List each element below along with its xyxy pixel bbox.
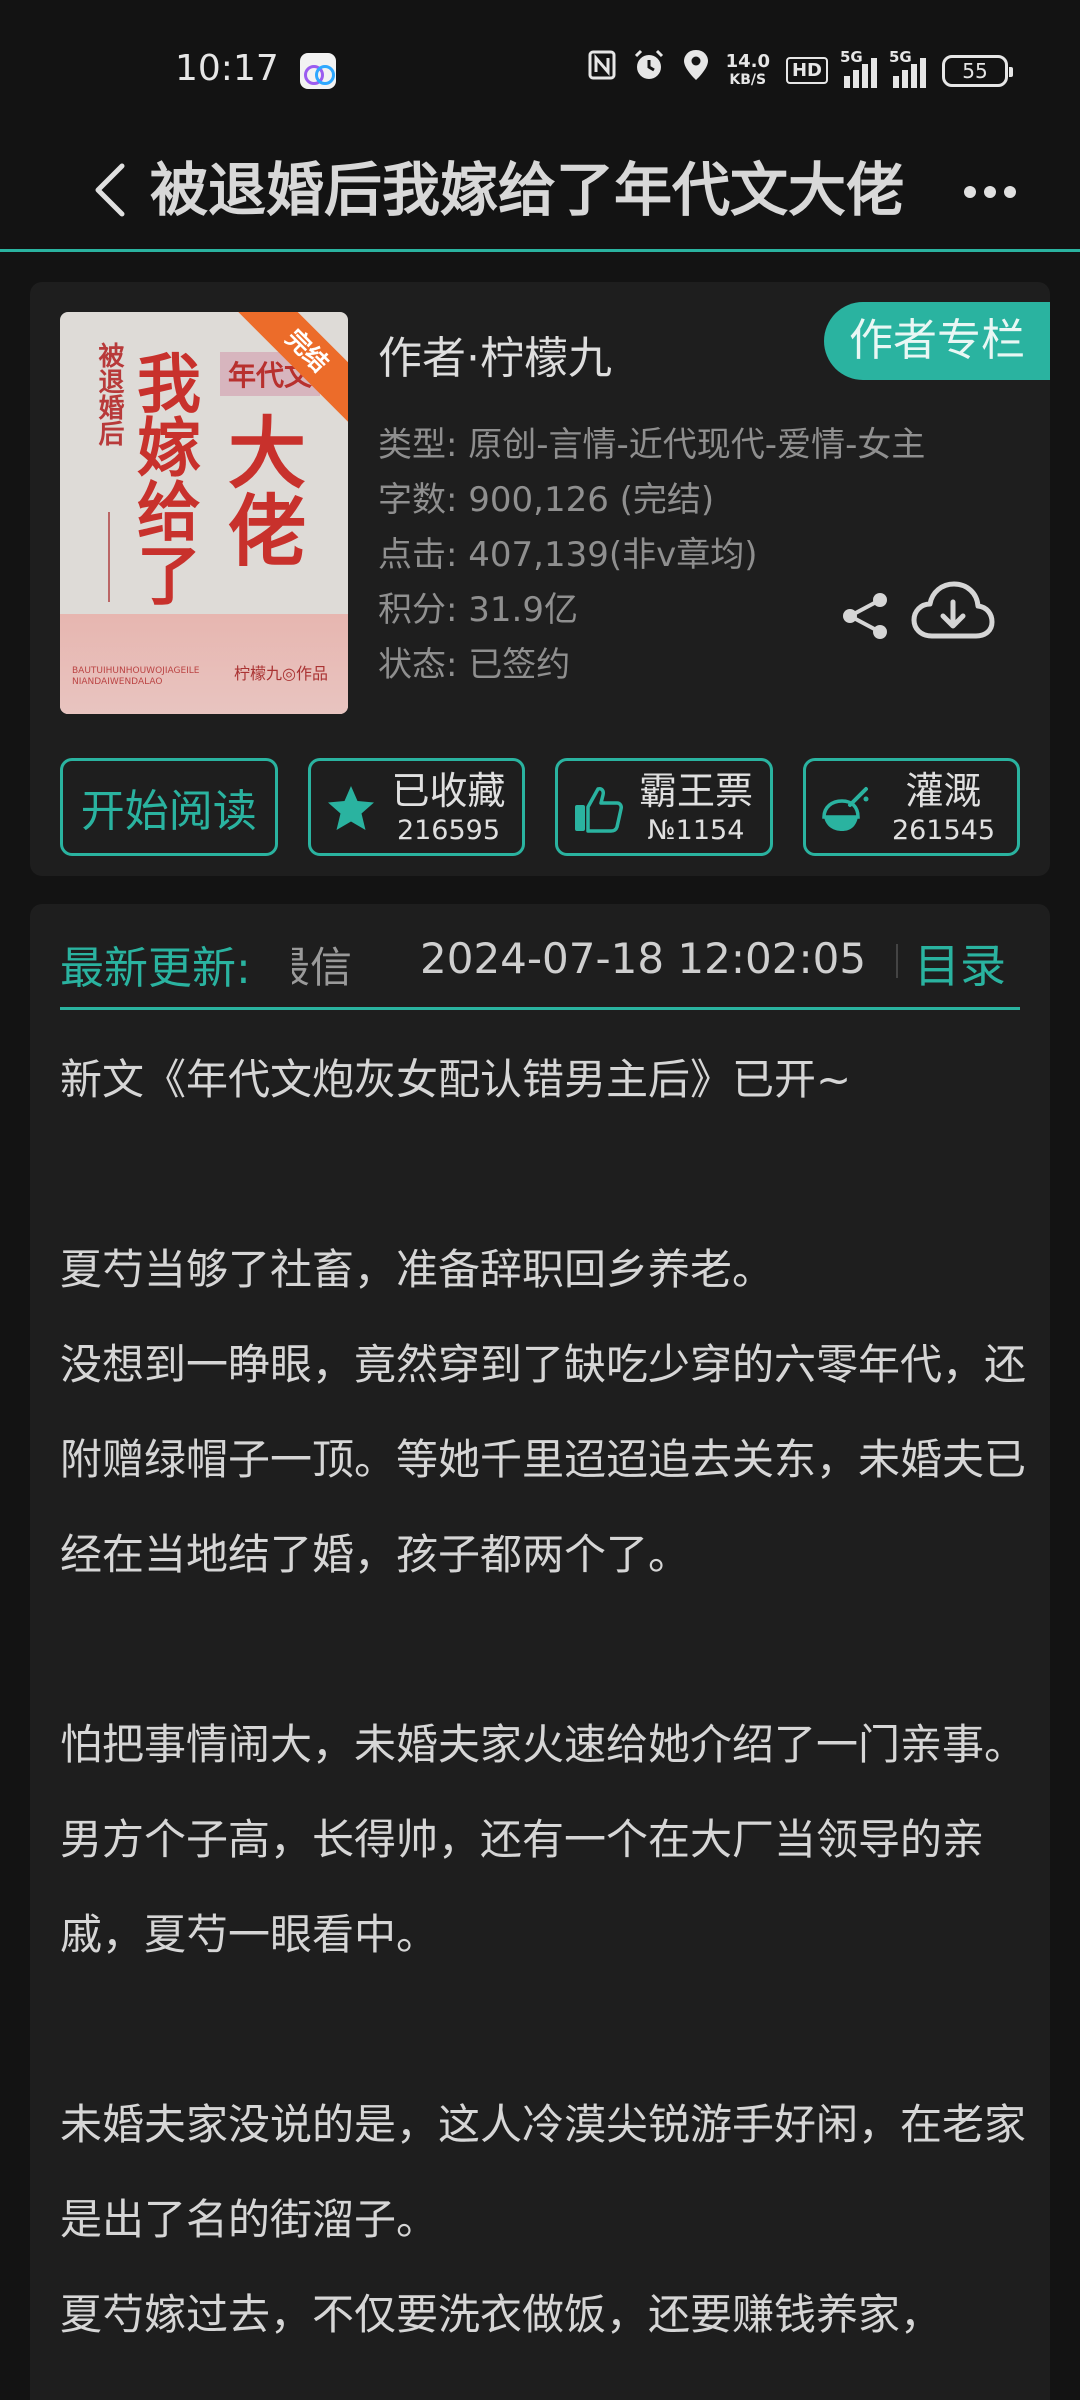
cover-main-title-2: 大佬: [215, 412, 306, 568]
description-spacer: [60, 1602, 1036, 1697]
latest-chapter-title: 最信: [292, 943, 352, 992]
overlord-ticket-label: 霸王票: [638, 769, 753, 813]
hd-voice-icon: HD: [785, 57, 828, 84]
page-title: 被退婚后我嫁给了年代文大佬: [150, 156, 905, 224]
book-description: 新文《年代文炮灰女配认错男主后》已开~ 夏芍当够了社畜，准备辞职回乡养老。 没想…: [60, 1032, 1036, 2362]
more-dot-icon: [984, 186, 996, 198]
cover-main-title: 我嫁给了: [126, 350, 201, 606]
latest-update-time: 2024-07-18 12:02:05: [420, 934, 867, 983]
divider: [896, 944, 898, 978]
book-type: 类型: 原创-言情-近代现代-爱情-女主: [378, 425, 926, 465]
author-column-button[interactable]: 作者专栏: [824, 302, 1050, 380]
book-info-card: 被退婚后 我嫁给了 年代文 大佬 BAUTUIHUNHOUWOJIAGEILE …: [30, 282, 1050, 876]
status-icons: 14.0 KB/S HD 5G 5G 55: [588, 48, 1013, 93]
thumbs-up-icon: [575, 787, 623, 833]
irrigate-button[interactable]: 灌溉 261545: [802, 758, 1020, 856]
author-name[interactable]: 作者·柠檬九: [378, 322, 612, 386]
status-time: 10:17: [175, 48, 279, 89]
overlord-ticket-button[interactable]: 霸王票 №1154: [555, 758, 773, 856]
location-icon: [682, 48, 710, 93]
cover-side-title: 被退婚后: [94, 342, 124, 446]
start-reading-button[interactable]: 开始阅读: [60, 758, 278, 856]
book-meta: 类型: 原创-言情-近代现代-爱情-女主 字数: 900,126 (完结) 点击…: [378, 418, 925, 693]
description-paragraph: 夏芍嫁过去，不仅要洗衣做饭，还要赚钱养家，: [60, 2290, 943, 2339]
book-description-card: 最新更新: 最信 2024-07-18 12:02:05 目录 新文《年代文炮灰…: [30, 904, 1050, 2400]
cover-divider: [108, 512, 110, 602]
watering-icon: [821, 787, 868, 831]
network-speed: 14.0 KB/S: [725, 50, 770, 88]
catalog-button[interactable]: 目录: [914, 930, 1006, 996]
description-spacer: [60, 1127, 1036, 1222]
overlord-ticket-rank: №1154: [647, 815, 745, 846]
book-word-count: 字数: 900,126 (完结): [378, 480, 715, 520]
more-dot-icon: [964, 186, 976, 198]
description-paragraph: 怕把事情闹大，未婚夫家火速给她介绍了一门亲事。: [60, 1720, 1027, 1769]
nfc-icon: [588, 50, 616, 91]
book-status: 状态: 已签约: [378, 645, 571, 685]
cover-small-text: BAUTUIHUNHOUWOJIAGEILE NIANDAIWENDALAO: [72, 666, 200, 687]
description-paragraph: 新文《年代文炮灰女配认错男主后》已开~: [60, 1055, 852, 1104]
description-paragraph: 没想到一睁眼，竟然穿到了缺吃少穿的六零年代，还附赠绿帽子一顶。等她千里迢迢追去关…: [60, 1340, 1027, 1579]
more-menu-button[interactable]: [955, 172, 1025, 212]
more-dot-icon: [1004, 186, 1016, 198]
chevron-left-icon: [95, 163, 125, 217]
description-paragraph: 夏芍当够了社畜，准备辞职回乡养老。: [60, 1245, 775, 1294]
signal-icon-2: 5G: [889, 48, 926, 88]
star-icon: [327, 786, 374, 830]
download-cloud-icon[interactable]: [910, 578, 996, 648]
title-bar: 被退婚后我嫁给了年代文大佬: [0, 140, 1080, 252]
favorite-button[interactable]: 已收藏 216595: [307, 758, 525, 856]
latest-update-row[interactable]: 最新更新: 最信 2024-07-18 12:02:05 目录: [60, 904, 1020, 1010]
book-clicks: 点击: 407,139(非v章均): [378, 535, 758, 575]
back-button[interactable]: [80, 150, 140, 230]
description-spacer: [60, 1982, 1036, 2077]
latest-update-label: 最新更新:: [60, 943, 251, 994]
description-paragraph: 男方个子高，长得帅，还有一个在大厂当领导的亲戚，夏芍一眼看中。: [60, 1815, 985, 1959]
action-buttons: 开始阅读 已收藏 216595 霸王票 №1154 灌溉 261545: [60, 758, 1020, 856]
book-cover[interactable]: 被退婚后 我嫁给了 年代文 大佬 BAUTUIHUNHOUWOJIAGEILE …: [60, 312, 348, 714]
favorite-count: 216595: [396, 815, 501, 846]
description-paragraph: 未婚夫家没说的是，这人冷漠尖锐游手好闲，在老家是出了名的街溜子。: [60, 2100, 1027, 2244]
status-bar: 10:17 14.0 KB/S HD 5G 5G 55: [0, 0, 1080, 140]
cover-author-mark: 柠檬九◎作品: [234, 664, 328, 683]
alarm-icon: [632, 48, 666, 93]
signal-icon-1: 5G: [840, 48, 877, 88]
favorite-label: 已收藏: [391, 769, 506, 813]
share-icon[interactable]: [838, 588, 894, 644]
irrigate-label: 灌溉: [905, 769, 982, 813]
battery-icon: 55: [942, 54, 1013, 87]
app-notification-icon: [300, 53, 336, 89]
irrigate-count: 261545: [891, 815, 996, 846]
